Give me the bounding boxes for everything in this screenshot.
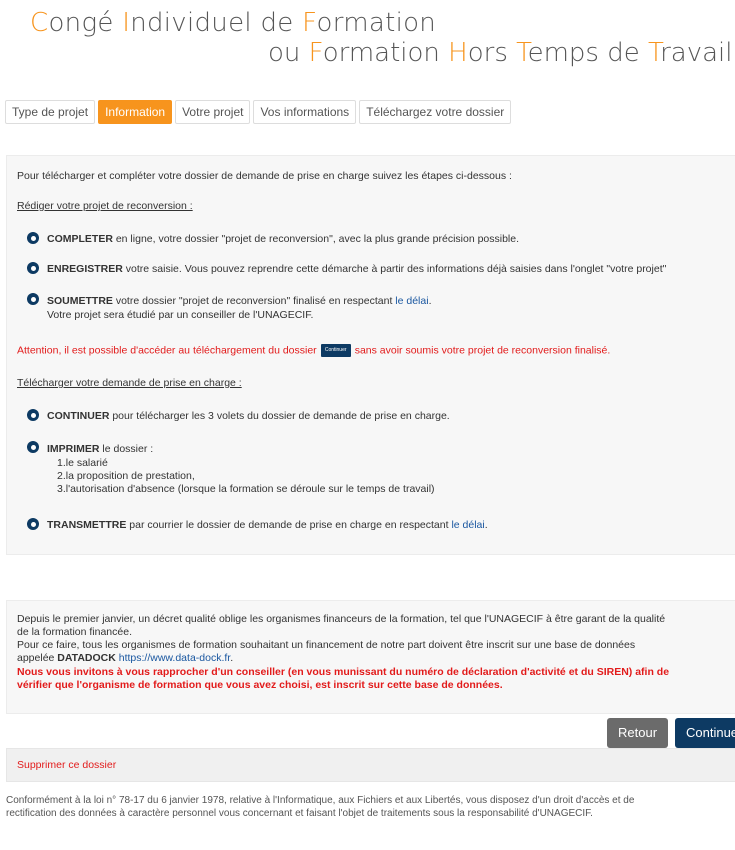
step-soumettre: SOUMETTRE votre dossier "projet de recon…	[47, 295, 432, 307]
delai-link[interactable]: le délai	[395, 295, 428, 307]
bullet-icon	[27, 441, 39, 453]
notice-warning: vérifier que l'organisme de formation qu…	[17, 679, 503, 691]
warning-text: Attention, il est possible d'accéder au …	[17, 344, 611, 357]
delete-dossier-link[interactable]: Supprimer ce dossier	[17, 759, 116, 771]
list-item: 1.le salarié	[57, 457, 108, 469]
list-item: 3.l'autorisation d'absence (lorsque la f…	[57, 483, 435, 495]
tab-telechargez-dossier[interactable]: Téléchargez votre dossier	[359, 100, 512, 124]
tab-type-de-projet[interactable]: Type de projet	[5, 100, 96, 124]
inline-continuer-button: Continuer	[320, 344, 351, 357]
bullet-icon	[27, 262, 39, 274]
step-soumettre-note: Votre projet sera étudié par un conseill…	[47, 309, 314, 321]
step-transmettre: TRANSMETTRE par courrier le dossier de d…	[47, 519, 488, 531]
section-telecharger-heading: Télécharger votre demande de prise en ch…	[17, 377, 242, 389]
delai-link[interactable]: le délai	[451, 519, 484, 531]
step-continuer: CONTINUER pour télécharger les 3 volets …	[47, 410, 450, 422]
datadock-link[interactable]: https://www.data-dock.fr	[116, 652, 230, 664]
bullet-icon	[27, 409, 39, 421]
intro-text: Pour télécharger et compléter votre doss…	[17, 170, 512, 182]
legal-footer-line: rectification des données à caractère pe…	[6, 808, 593, 819]
step-imprimer: IMPRIMER le dossier :	[47, 443, 154, 455]
title-line-1: Congé Individuel de Formation	[30, 8, 437, 38]
datadock-notice: Depuis le premier janvier, un décret qua…	[6, 600, 735, 714]
step-completer: COMPLETER en ligne, votre dossier "proje…	[47, 233, 520, 245]
bullet-icon	[27, 518, 39, 530]
retour-button[interactable]: Retour	[607, 718, 669, 748]
list-item: 2.la proposition de prestation,	[57, 470, 195, 482]
notice-line: Pour ce faire, tous les organismes de fo…	[17, 639, 636, 651]
notice-line: Depuis le premier janvier, un décret qua…	[17, 613, 666, 625]
continuer-button[interactable]: Continuer	[675, 718, 735, 748]
step-tabs: Type de projet Information Votre projet …	[5, 100, 514, 124]
bullet-icon	[27, 293, 39, 305]
tab-votre-projet[interactable]: Votre projet	[175, 100, 251, 124]
tab-vos-informations[interactable]: Vos informations	[253, 100, 357, 124]
section-rediger-heading: Rédiger votre projet de reconversion :	[17, 200, 193, 212]
site-title: Congé Individuel de Formation ou Formati…	[30, 8, 732, 68]
notice-line: de la formation financée.	[17, 626, 132, 638]
legal-footer-line: Conformément à la loi n° 78-17 du 6 janv…	[6, 795, 635, 806]
notice-line: appelée DATADOCK https://www.data-dock.f…	[17, 652, 234, 664]
tab-information[interactable]: Information	[98, 100, 173, 124]
step-enregistrer: ENREGISTRER votre saisie. Vous pouvez re…	[47, 263, 667, 275]
notice-warning: Nous vous invitons à vous rapprocher d'u…	[17, 666, 670, 678]
delete-dossier-bar: Supprimer ce dossier	[6, 748, 735, 782]
instructions-panel: Pour télécharger et compléter votre doss…	[6, 155, 735, 555]
title-line-2: ou Formation Hors Temps de Travail	[268, 38, 733, 68]
bullet-icon	[27, 232, 39, 244]
